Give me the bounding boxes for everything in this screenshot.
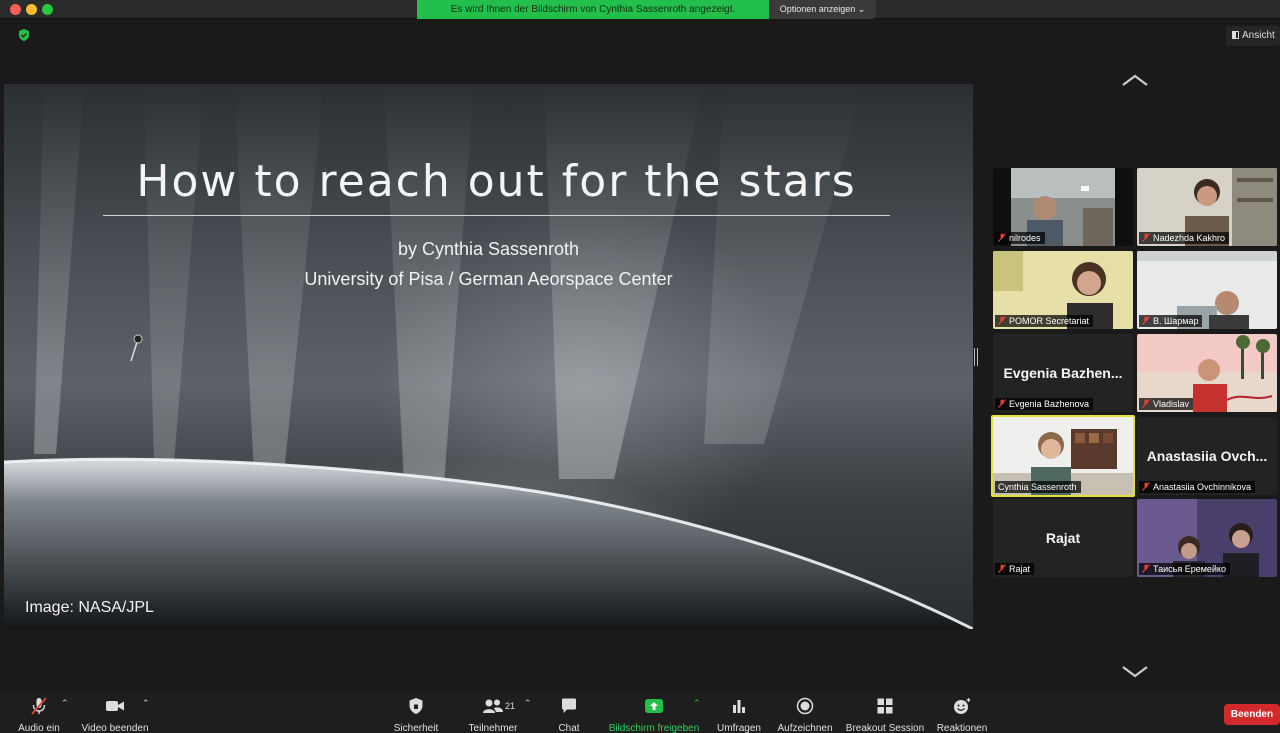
resize-handle[interactable] [974,348,978,366]
view-options-label: Optionen anzeigen [779,4,856,14]
participant-tile-vladislav[interactable]: Vladislav [1137,334,1277,412]
muted-mic-icon [998,564,1006,573]
video-camera-icon [106,701,124,711]
polls-label: Umfragen [717,723,761,733]
muted-mic-icon [1142,316,1150,325]
muted-mic-icon [998,316,1006,325]
slide-author: by Cynthia Sassenroth [397,239,580,259]
participant-tile-pomor-secretariat[interactable]: POMOR Secretariat [993,251,1133,329]
muted-mic-icon [998,233,1006,242]
participant-name-label: nilrodes [995,232,1045,244]
smiley-plus-icon [954,698,971,714]
record-label: Aufzeichnen [777,723,833,733]
zoom-window-button[interactable] [42,4,53,15]
muted-mic-icon [31,697,47,715]
participant-name: Cynthia Sassenroth [998,482,1077,492]
participant-name: Таисья Еремейко [1153,564,1226,574]
chat-bubble-icon [562,698,576,713]
video-label: Video beenden [81,723,149,733]
participant-name: POMOR Secretariat [1009,316,1090,326]
chevron-down-icon[interactable] [1121,664,1149,680]
participant-name: В. Шармар [1153,316,1199,326]
participant-tile-taisya-eremeyko[interactable]: Таисья Еремейко [1137,499,1277,577]
reactions-label: Reaktionen [936,723,988,733]
window-titlebar: Es wird Ihnen der Bildschirm von Cynthia… [0,0,1280,19]
record-icon [796,697,814,715]
slide-title: How to reach out for the stars [136,156,857,207]
title-divider [103,215,890,216]
minimize-window-button[interactable] [26,4,37,15]
security-button[interactable]: Sicherheit [388,697,444,733]
muted-mic-icon [1142,399,1150,408]
chat-label: Chat [558,723,580,733]
participant-name: nilrodes [1009,233,1041,243]
participant-name-label: Cynthia Sassenroth [995,481,1081,493]
cassini-spacecraft-icon [130,334,143,362]
muted-mic-icon [1142,564,1150,573]
participant-name: Anastasiia Ovchinnikova [1153,482,1252,492]
close-window-button[interactable] [10,4,21,15]
bar-chart-icon [733,700,745,713]
screen-share-banner: Es wird Ihnen der Bildschirm von Cynthia… [417,0,769,19]
participant-name: Nadezhda Kakhro [1153,233,1226,243]
chevron-up-icon[interactable] [1121,72,1149,88]
participant-name: Rajat [1009,564,1031,574]
view-button[interactable]: Ansicht [1226,26,1280,46]
participant-tile-nilrodes[interactable]: nilrodes [993,168,1133,246]
share-screen-button[interactable]: Bildschirm freigeben [604,697,704,733]
zoom-meeting-window: Es wird Ihnen der Bildschirm von Cynthia… [0,0,1280,733]
participant-name: Vladislav [1153,399,1190,409]
participant-name-label: Vladislav [1139,398,1194,410]
participant-tile-v-sharmar[interactable]: В. Шармар [1137,251,1277,329]
end-meeting-button[interactable]: Beenden [1224,704,1280,725]
participants-count: 21 [505,701,516,711]
participant-tile-anastasiia-ovchinnikova[interactable]: Anastasiia Ovch... Anastasiia Ovchinniko… [1137,417,1277,495]
breakout-label: Breakout Session [845,723,925,733]
breakout-rooms-icon [877,698,893,714]
participant-name-label: В. Шармар [1139,315,1203,327]
audio-options-caret-icon[interactable]: ⌃ [61,698,69,709]
encryption-shield-icon[interactable] [17,28,31,42]
participant-name-label: Nadezhda Kakhro [1139,232,1230,244]
reactions-button[interactable]: Reaktionen [934,697,990,733]
security-label: Sicherheit [393,723,439,733]
shared-screen-slide: How to reach out for the stars by Cynthi… [4,84,973,629]
share-label: Bildschirm freigeben [608,723,700,733]
chevron-down-icon: ⌄ [857,4,866,14]
participants-icon [483,699,503,713]
participant-tile-evgenia-bazhenova[interactable]: Evgenia Bazhen... Evgenia Bazhenova [993,334,1133,412]
record-button[interactable]: Aufzeichnen [774,697,836,733]
participant-name: Evgenia Bazhenova [1009,399,1090,409]
view-label: Ansicht [1242,30,1275,41]
share-options-caret-icon[interactable]: ⌃ [693,698,701,709]
breakout-session-button[interactable]: Breakout Session [844,697,926,733]
polls-button[interactable]: Umfragen [714,697,764,733]
participant-tile-nadezhda-kakhro[interactable]: Nadezhda Kakhro [1137,168,1277,246]
participant-name-label: POMOR Secretariat [995,315,1094,327]
slide-affiliation: University of Pisa / German Aeorspace Ce… [304,269,673,289]
video-options-caret-icon[interactable]: ⌃ [142,698,150,709]
audio-label: Audio ein [18,723,60,733]
participant-tile-cynthia-sassenroth[interactable]: Cynthia Sassenroth [991,415,1135,497]
shield-icon [409,698,423,714]
meeting-toolbar: Audio ein ⌃ Video beenden ⌃ Sicherheit T… [0,693,1280,733]
participant-name-label: Rajat [995,563,1035,575]
view-options-button[interactable]: Optionen anzeigen ⌄ [769,0,876,19]
participants-label: Teilnehmer [468,723,518,733]
participants-caret-icon[interactable]: ⌃ [524,698,532,709]
share-screen-icon [645,699,663,713]
participant-name-label: Таисья Еремейко [1139,563,1230,575]
image-credit: Image: NASA/JPL [25,599,154,616]
chat-button[interactable]: Chat [548,697,590,733]
participant-name-label: Evgenia Bazhenova [995,398,1094,410]
participant-name-label: Anastasiia Ovchinnikova [1139,481,1256,493]
participant-tile-rajat[interactable]: Rajat Rajat [993,499,1133,577]
video-button[interactable]: Video beenden [78,697,152,733]
grid-view-icon [1232,31,1239,39]
muted-mic-icon [998,399,1006,408]
audio-button[interactable]: Audio ein [14,697,64,733]
muted-mic-icon [1142,233,1150,242]
muted-mic-icon [1142,482,1150,491]
